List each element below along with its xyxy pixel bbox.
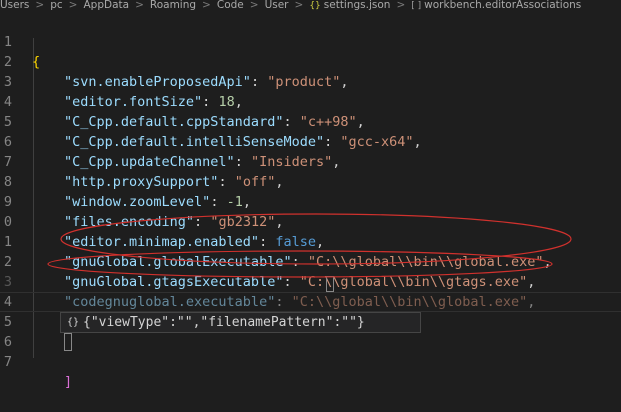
chevron-right-icon: > [135,0,144,11]
array-symbol-icon: [ ] [411,1,422,11]
code-line-4: 4 "C_Cpp.default.cppStandard": "c++98", [0,72,621,130]
breadcrumb-appdata[interactable]: AppData [83,0,129,11]
chevron-right-icon: > [249,0,259,11]
code-line-17: 7 ] [0,332,621,390]
line-number: 7 [3,354,12,370]
code-line-7: 7 "http.proxySupport": "off", [0,132,621,190]
code-line-14: 4 "workbench.editorAssociations": [ [0,272,621,330]
breadcrumb-roaming[interactable]: Roaming [150,0,196,11]
chevron-right-icon: > [294,0,304,11]
breadcrumb-symbol[interactable]: workbench.editorAssociations [424,0,581,11]
code-line-11: 1 "gnuGlobal.globalExecutable": "C:\\glo… [0,212,621,270]
close-bracket: ] [64,374,73,390]
code-line-10: 0 "editor.minimap.enabled": false, [0,192,621,250]
code-line-5: 5 "C_Cpp.default.intelliSenseMode": "gcc… [0,92,621,150]
breadcrumb-user[interactable]: User [265,0,289,11]
suggestion-item[interactable]: {"viewType":"","filenamePattern":""} [83,313,365,332]
code-line-13: 3 "codegnuglobal.executable": "C:\\globa… [0,252,621,310]
breadcrumb: Users > pc > AppData > Roaming > Code > User > {} set… [0,0,621,11]
json-file-icon: {} [309,1,321,11]
code-line-1: 1 { [0,12,621,70]
breadcrumb-users[interactable]: Users [0,0,29,11]
breadcrumb-file[interactable]: settings.json [324,0,391,11]
code-line-8: 8 "window.zoomLevel": -1, [0,152,621,210]
bracket-match-highlight [326,276,334,292]
suggestion-widget[interactable]: {} {"viewType":"","filenamePattern":""} [60,312,421,333]
code-line-15: 5 [0,292,621,330]
code-line-2: 2 "svn.enableProposedApi": "product", [0,32,621,90]
code-line-3: 3 "editor.fontSize": 18, [0,52,621,110]
code-line-9: 9 "files.encoding": "gb2312", [0,172,621,230]
chevron-right-icon: > [35,0,45,11]
code-line-6: 6 "C_Cpp.updateChannel": "Insiders", [0,112,621,170]
breadcrumb-code[interactable]: Code [217,0,244,11]
object-snippet-icon: {} [67,317,80,328]
chevron-right-icon: > [202,0,211,11]
code-line-12: 2 "gnuGlobal.gtagsExecutable": "C:\\glob… [0,232,621,290]
breadcrumb-pc[interactable]: pc [50,0,62,11]
chevron-right-icon: > [396,0,406,11]
chevron-right-icon: > [68,0,78,11]
